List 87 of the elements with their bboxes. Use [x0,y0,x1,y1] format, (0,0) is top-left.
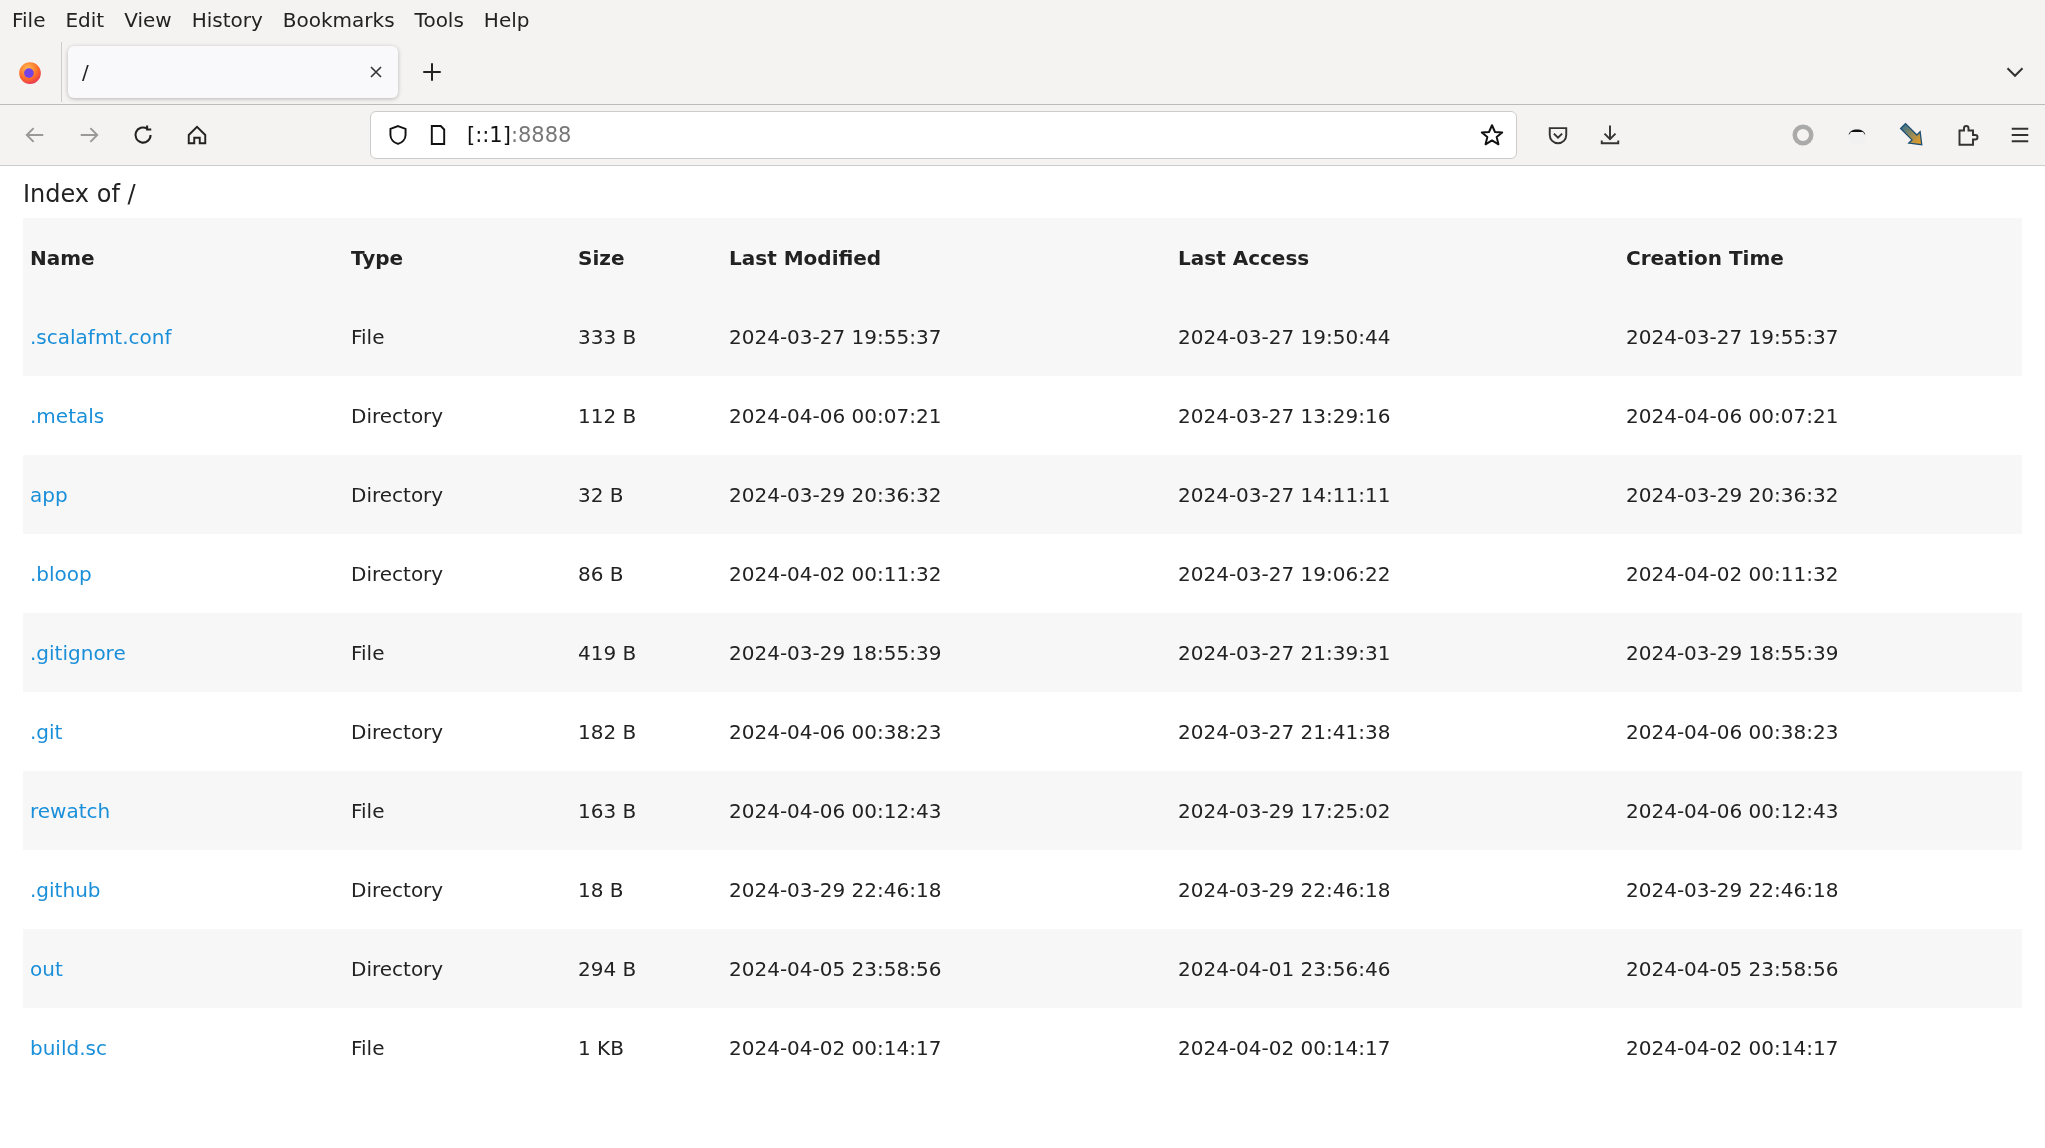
file-link[interactable]: .git [30,719,63,744]
file-link[interactable]: .github [30,877,101,902]
home-icon[interactable] [186,124,208,146]
table-cell: File [351,640,385,665]
reload-icon[interactable] [132,124,154,146]
file-link[interactable]: out [30,956,63,981]
menu-item[interactable]: Tools [406,6,472,34]
page-heading: Index of / [23,180,137,208]
table-cell: 2024-04-02 00:14:17 [1626,1035,1839,1060]
menu-item[interactable]: Help [475,6,538,34]
table-cell: 2024-03-29 22:46:18 [1626,877,1839,902]
table-cell: File [351,1035,385,1060]
table-cell: 2024-03-27 19:06:22 [1178,561,1391,586]
table-cell: 2024-03-27 19:50:44 [1178,324,1391,349]
star-icon[interactable] [1480,123,1504,147]
url-text: [::1]:8888 [467,123,572,147]
table-cell: 2024-04-02 00:11:32 [1626,561,1839,586]
table-cell: Directory [351,482,444,507]
arrow-icon[interactable] [1899,122,1925,148]
table-cell: 2024-04-05 23:58:56 [1626,956,1839,981]
table-cell: 2024-04-06 00:07:21 [729,403,942,428]
menu-item[interactable]: File [4,6,54,34]
menu-item[interactable]: View [116,6,180,34]
pocket-icon[interactable] [1547,124,1569,146]
file-link[interactable]: .gitignore [30,640,126,665]
table-cell: 333 B [578,324,637,349]
table-cell: 182 B [578,719,637,744]
file-link[interactable]: .scalafmt.conf [30,324,172,349]
table-cell: 2024-04-02 00:14:17 [1178,1035,1391,1060]
plus-icon[interactable] [422,62,442,82]
close-icon[interactable] [368,64,384,80]
table-cell: 2024-03-29 22:46:18 [729,877,942,902]
table-cell: 2024-03-27 14:11:11 [1178,482,1391,507]
table-cell: 2024-03-29 18:55:39 [1626,640,1839,665]
address-bar[interactable]: [::1]:8888 [370,111,1517,159]
table-cell: 2024-03-27 19:55:37 [729,324,942,349]
file-link[interactable]: rewatch [30,798,111,823]
table-cell: 419 B [578,640,637,665]
table-cell: 32 B [578,482,624,507]
column-header: Creation Time [1619,218,2022,297]
table-cell: 294 B [578,956,637,981]
table-cell: 2024-04-02 00:11:32 [729,561,942,586]
browser-logo-icon[interactable] [17,59,43,85]
table-cell: 2024-04-06 00:38:23 [1626,719,1839,744]
table-cell: 2024-03-29 18:55:39 [729,640,942,665]
file-link[interactable]: build.sc [30,1035,107,1060]
table-cell: 2024-04-06 00:12:43 [1626,798,1839,823]
file-link[interactable]: .metals [30,403,105,428]
table-cell: 2024-03-29 20:36:32 [1626,482,1839,507]
table-cell: Directory [351,719,444,744]
table-cell: 2024-04-06 00:38:23 [729,719,942,744]
file-link[interactable]: .bloop [30,561,92,586]
table-cell: 2024-03-29 20:36:32 [729,482,942,507]
table-cell: 2024-03-29 17:25:02 [1178,798,1391,823]
menu-item[interactable]: Edit [57,6,113,34]
table-cell: File [351,324,385,349]
table-cell: 2024-03-27 13:29:16 [1178,403,1391,428]
table-cell: 2024-04-06 00:12:43 [729,798,942,823]
menu-item[interactable]: History [183,6,271,34]
table-cell: 2024-04-05 23:58:56 [729,956,942,981]
table-cell: 2024-04-02 00:14:17 [729,1035,942,1060]
table-cell: 18 B [578,877,624,902]
table-cell: 112 B [578,403,637,428]
download-icon[interactable] [1599,124,1621,146]
column-header: Type [344,218,571,297]
table-cell: Directory [351,403,444,428]
table-cell: 2024-03-27 21:41:38 [1178,719,1391,744]
table-cell: 2024-03-27 21:39:31 [1178,640,1391,665]
column-header: Last Modified [722,218,1171,297]
file-link[interactable]: app [30,482,68,507]
table-cell: 1 KB [578,1035,624,1060]
table-cell: Directory [351,956,444,981]
menu-item[interactable]: Bookmarks [274,6,403,34]
table-cell: 2024-03-29 22:46:18 [1178,877,1391,902]
column-header: Last Access [1171,218,1619,297]
table-cell: Directory [351,877,444,902]
table-cell: 86 B [578,561,624,586]
table-cell: 163 B [578,798,637,823]
table-cell: 2024-04-06 00:07:21 [1626,403,1839,428]
table-cell: File [351,798,385,823]
shield-icon[interactable] [387,124,409,146]
table-cell: Directory [351,561,444,586]
column-header: Size [571,218,722,297]
table-cell: 2024-04-01 23:56:46 [1178,956,1391,981]
column-header: Name [23,218,344,297]
browser-tab[interactable]: / [68,46,398,98]
table-cell: 2024-03-27 19:55:37 [1626,324,1839,349]
